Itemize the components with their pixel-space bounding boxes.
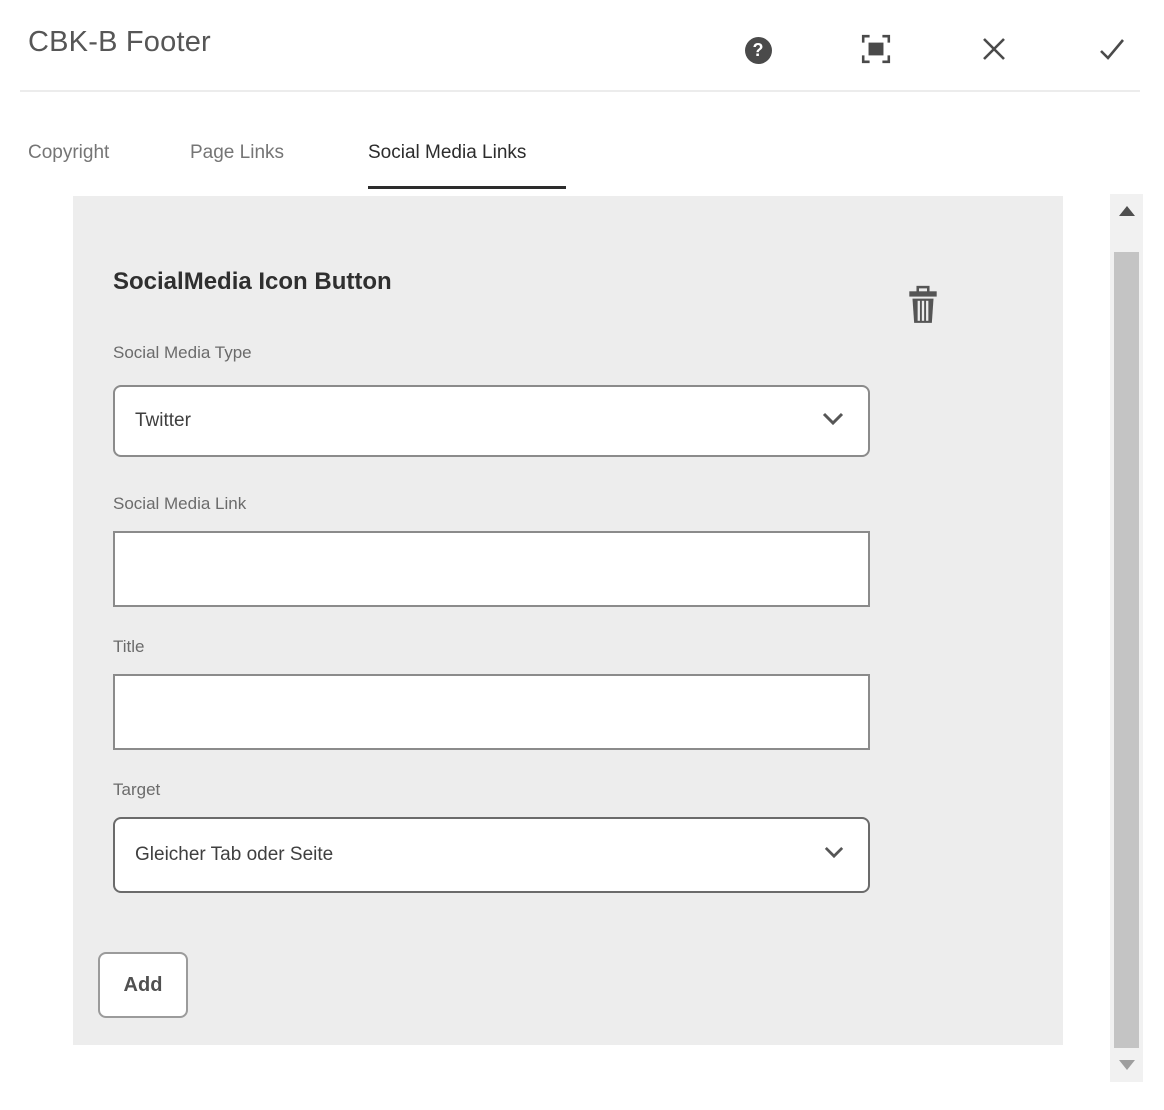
scroll-down-icon[interactable] [1119,1060,1135,1070]
chevron-down-icon [824,846,844,864]
help-button[interactable]: ? [740,32,776,68]
confirm-button[interactable] [1094,32,1130,68]
header-divider [20,90,1140,92]
chevron-down-icon [822,412,844,431]
help-icon: ? [745,37,772,64]
target-label: Target [113,780,160,800]
vertical-scrollbar[interactable] [1110,194,1143,1082]
target-value: Gleicher Tab oder Seite [135,844,824,866]
add-button[interactable]: Add [98,952,188,1018]
header-actions: ? [740,30,1130,70]
tab-bar: Copyright Page Links Social Media Links [0,142,1164,182]
title-label: Title [113,637,145,657]
fullscreen-icon [860,33,892,68]
tab-page-links[interactable]: Page Links [190,142,284,164]
social-media-link-label: Social Media Link [113,494,246,514]
fullscreen-button[interactable] [858,32,894,68]
panel-heading: SocialMedia Icon Button [113,268,392,296]
active-tab-underline [368,186,566,189]
close-icon [980,35,1008,66]
title-input[interactable] [113,674,870,750]
tab-copyright[interactable]: Copyright [28,142,109,164]
dialog-title: CBK-B Footer [28,26,211,59]
social-media-type-select[interactable]: Twitter [113,385,870,457]
social-media-type-label: Social Media Type [113,343,252,363]
close-button[interactable] [976,32,1012,68]
target-select[interactable]: Gleicher Tab oder Seite [113,817,870,893]
scroll-up-icon[interactable] [1119,206,1135,216]
confirm-icon [1097,34,1127,67]
tab-social-media-links[interactable]: Social Media Links [368,142,526,164]
delete-item-button[interactable] [901,284,945,328]
scrollbar-thumb[interactable] [1114,252,1139,1048]
social-media-link-input[interactable] [113,531,870,607]
social-media-type-value: Twitter [135,410,822,432]
trash-icon [905,285,941,328]
